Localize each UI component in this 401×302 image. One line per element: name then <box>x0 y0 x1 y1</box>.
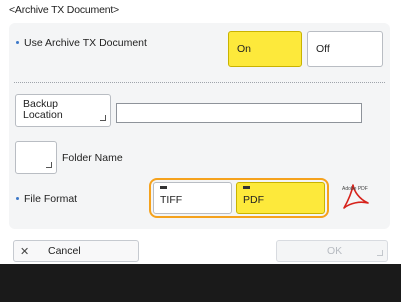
submenu-corner-icon <box>100 115 106 121</box>
folder-name-label: Folder Name <box>62 152 123 164</box>
use-archive-label: Use Archive TX Document <box>16 37 147 49</box>
tiff-button[interactable]: TIFF <box>153 182 232 214</box>
close-icon: ✕ <box>20 246 30 258</box>
submenu-corner-icon <box>46 162 52 168</box>
tiff-button-label: TIFF <box>160 194 183 206</box>
format-tick-icon <box>160 186 167 189</box>
format-tick-icon <box>243 186 250 189</box>
adobe-pdf-logo-icon: Adobe PDF <box>338 181 374 211</box>
cancel-button[interactable]: ✕ Cancel <box>13 240 139 262</box>
folder-name-button[interactable] <box>15 141 57 174</box>
on-button-label: On <box>237 43 252 55</box>
pdf-button-label: PDF <box>243 194 264 206</box>
bullet-icon <box>16 196 19 200</box>
bullet-icon <box>16 40 19 44</box>
ok-button[interactable]: OK <box>276 240 388 262</box>
ok-button-label: OK <box>327 245 343 257</box>
cancel-button-label: Cancel <box>48 245 81 257</box>
pdf-logo-text: Adobe PDF <box>342 186 368 192</box>
file-format-label-text: File Format <box>24 193 78 205</box>
file-format-label: File Format <box>16 193 77 205</box>
on-button[interactable]: On <box>228 31 302 67</box>
divider <box>14 82 385 83</box>
backup-location-field[interactable] <box>116 103 362 123</box>
screen-title: <Archive TX Document> <box>9 4 119 16</box>
backup-location-button[interactable]: Backup Location <box>15 94 111 127</box>
pdf-button[interactable]: PDF <box>236 182 325 214</box>
backup-location-label-line2: Location <box>23 109 63 121</box>
submenu-corner-icon <box>377 250 383 256</box>
off-button-label: Off <box>316 43 330 55</box>
backup-location-label: Backup Location <box>23 99 63 121</box>
bottom-bar <box>0 264 401 302</box>
use-archive-label-text: Use Archive TX Document <box>24 37 147 49</box>
off-button[interactable]: Off <box>307 31 383 67</box>
